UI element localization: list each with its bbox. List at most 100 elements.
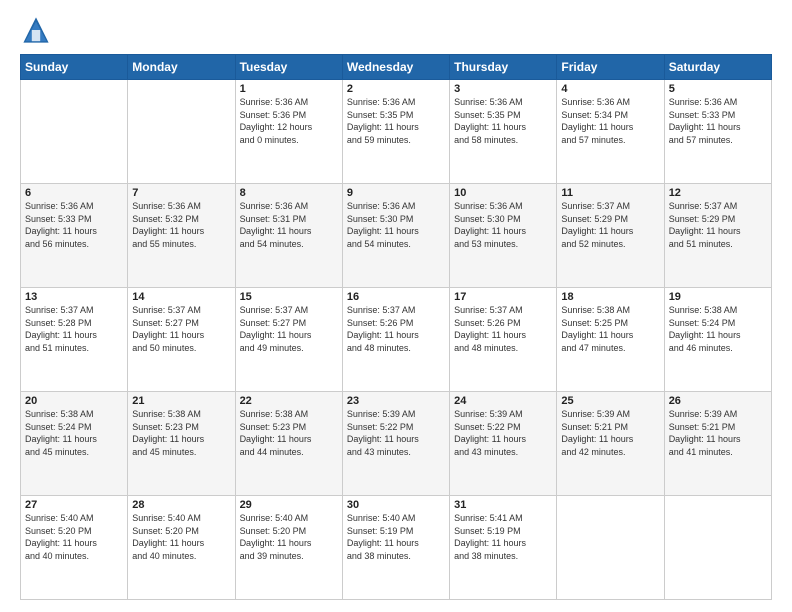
day-info: Sunrise: 5:39 AM Sunset: 5:22 PM Dayligh…: [454, 408, 552, 458]
day-number: 15: [240, 291, 338, 303]
day-cell: 11Sunrise: 5:37 AM Sunset: 5:29 PM Dayli…: [557, 184, 664, 288]
day-cell: 18Sunrise: 5:38 AM Sunset: 5:25 PM Dayli…: [557, 288, 664, 392]
day-info: Sunrise: 5:40 AM Sunset: 5:20 PM Dayligh…: [25, 512, 123, 562]
header: [20, 16, 772, 44]
day-number: 30: [347, 499, 445, 511]
day-number: 2: [347, 83, 445, 95]
day-number: 31: [454, 499, 552, 511]
weekday-wednesday: Wednesday: [342, 55, 449, 80]
day-info: Sunrise: 5:36 AM Sunset: 5:30 PM Dayligh…: [347, 200, 445, 250]
day-number: 26: [669, 395, 767, 407]
day-cell: 27Sunrise: 5:40 AM Sunset: 5:20 PM Dayli…: [21, 496, 128, 600]
day-info: Sunrise: 5:36 AM Sunset: 5:34 PM Dayligh…: [561, 96, 659, 146]
day-number: 24: [454, 395, 552, 407]
day-cell: 3Sunrise: 5:36 AM Sunset: 5:35 PM Daylig…: [450, 80, 557, 184]
day-cell: 25Sunrise: 5:39 AM Sunset: 5:21 PM Dayli…: [557, 392, 664, 496]
day-info: Sunrise: 5:36 AM Sunset: 5:31 PM Dayligh…: [240, 200, 338, 250]
day-number: 13: [25, 291, 123, 303]
day-info: Sunrise: 5:37 AM Sunset: 5:29 PM Dayligh…: [561, 200, 659, 250]
day-number: 5: [669, 83, 767, 95]
day-number: 7: [132, 187, 230, 199]
day-cell: [21, 80, 128, 184]
day-number: 11: [561, 187, 659, 199]
day-number: 25: [561, 395, 659, 407]
day-info: Sunrise: 5:39 AM Sunset: 5:22 PM Dayligh…: [347, 408, 445, 458]
day-cell: 6Sunrise: 5:36 AM Sunset: 5:33 PM Daylig…: [21, 184, 128, 288]
day-number: 10: [454, 187, 552, 199]
day-info: Sunrise: 5:37 AM Sunset: 5:29 PM Dayligh…: [669, 200, 767, 250]
day-info: Sunrise: 5:38 AM Sunset: 5:24 PM Dayligh…: [25, 408, 123, 458]
day-cell: 1Sunrise: 5:36 AM Sunset: 5:36 PM Daylig…: [235, 80, 342, 184]
day-number: 12: [669, 187, 767, 199]
week-row-3: 20Sunrise: 5:38 AM Sunset: 5:24 PM Dayli…: [21, 392, 772, 496]
day-number: 8: [240, 187, 338, 199]
day-info: Sunrise: 5:40 AM Sunset: 5:20 PM Dayligh…: [240, 512, 338, 562]
day-info: Sunrise: 5:37 AM Sunset: 5:28 PM Dayligh…: [25, 304, 123, 354]
day-info: Sunrise: 5:36 AM Sunset: 5:32 PM Dayligh…: [132, 200, 230, 250]
day-info: Sunrise: 5:37 AM Sunset: 5:27 PM Dayligh…: [132, 304, 230, 354]
day-cell: [557, 496, 664, 600]
day-number: 4: [561, 83, 659, 95]
day-number: 18: [561, 291, 659, 303]
day-number: 21: [132, 395, 230, 407]
day-cell: 30Sunrise: 5:40 AM Sunset: 5:19 PM Dayli…: [342, 496, 449, 600]
day-cell: 14Sunrise: 5:37 AM Sunset: 5:27 PM Dayli…: [128, 288, 235, 392]
day-info: Sunrise: 5:36 AM Sunset: 5:30 PM Dayligh…: [454, 200, 552, 250]
week-row-4: 27Sunrise: 5:40 AM Sunset: 5:20 PM Dayli…: [21, 496, 772, 600]
weekday-thursday: Thursday: [450, 55, 557, 80]
day-number: 1: [240, 83, 338, 95]
day-info: Sunrise: 5:38 AM Sunset: 5:25 PM Dayligh…: [561, 304, 659, 354]
day-cell: 19Sunrise: 5:38 AM Sunset: 5:24 PM Dayli…: [664, 288, 771, 392]
day-cell: 5Sunrise: 5:36 AM Sunset: 5:33 PM Daylig…: [664, 80, 771, 184]
day-cell: 10Sunrise: 5:36 AM Sunset: 5:30 PM Dayli…: [450, 184, 557, 288]
day-cell: 16Sunrise: 5:37 AM Sunset: 5:26 PM Dayli…: [342, 288, 449, 392]
day-info: Sunrise: 5:39 AM Sunset: 5:21 PM Dayligh…: [561, 408, 659, 458]
day-info: Sunrise: 5:38 AM Sunset: 5:23 PM Dayligh…: [132, 408, 230, 458]
day-number: 29: [240, 499, 338, 511]
day-number: 23: [347, 395, 445, 407]
week-row-1: 6Sunrise: 5:36 AM Sunset: 5:33 PM Daylig…: [21, 184, 772, 288]
logo-icon: [22, 16, 50, 44]
day-cell: 26Sunrise: 5:39 AM Sunset: 5:21 PM Dayli…: [664, 392, 771, 496]
day-info: Sunrise: 5:38 AM Sunset: 5:24 PM Dayligh…: [669, 304, 767, 354]
day-info: Sunrise: 5:36 AM Sunset: 5:36 PM Dayligh…: [240, 96, 338, 146]
day-number: 3: [454, 83, 552, 95]
day-cell: 17Sunrise: 5:37 AM Sunset: 5:26 PM Dayli…: [450, 288, 557, 392]
day-number: 14: [132, 291, 230, 303]
day-number: 27: [25, 499, 123, 511]
day-cell: 28Sunrise: 5:40 AM Sunset: 5:20 PM Dayli…: [128, 496, 235, 600]
day-cell: 23Sunrise: 5:39 AM Sunset: 5:22 PM Dayli…: [342, 392, 449, 496]
day-info: Sunrise: 5:41 AM Sunset: 5:19 PM Dayligh…: [454, 512, 552, 562]
day-cell: 8Sunrise: 5:36 AM Sunset: 5:31 PM Daylig…: [235, 184, 342, 288]
day-info: Sunrise: 5:39 AM Sunset: 5:21 PM Dayligh…: [669, 408, 767, 458]
day-cell: 29Sunrise: 5:40 AM Sunset: 5:20 PM Dayli…: [235, 496, 342, 600]
day-cell: 24Sunrise: 5:39 AM Sunset: 5:22 PM Dayli…: [450, 392, 557, 496]
day-info: Sunrise: 5:36 AM Sunset: 5:35 PM Dayligh…: [454, 96, 552, 146]
day-info: Sunrise: 5:36 AM Sunset: 5:33 PM Dayligh…: [669, 96, 767, 146]
day-number: 20: [25, 395, 123, 407]
day-cell: 13Sunrise: 5:37 AM Sunset: 5:28 PM Dayli…: [21, 288, 128, 392]
weekday-monday: Monday: [128, 55, 235, 80]
day-cell: 22Sunrise: 5:38 AM Sunset: 5:23 PM Dayli…: [235, 392, 342, 496]
day-cell: 12Sunrise: 5:37 AM Sunset: 5:29 PM Dayli…: [664, 184, 771, 288]
day-cell: 4Sunrise: 5:36 AM Sunset: 5:34 PM Daylig…: [557, 80, 664, 184]
day-info: Sunrise: 5:40 AM Sunset: 5:19 PM Dayligh…: [347, 512, 445, 562]
day-cell: 9Sunrise: 5:36 AM Sunset: 5:30 PM Daylig…: [342, 184, 449, 288]
day-cell: 2Sunrise: 5:36 AM Sunset: 5:35 PM Daylig…: [342, 80, 449, 184]
weekday-saturday: Saturday: [664, 55, 771, 80]
calendar-table: SundayMondayTuesdayWednesdayThursdayFrid…: [20, 54, 772, 600]
day-number: 17: [454, 291, 552, 303]
day-number: 6: [25, 187, 123, 199]
day-info: Sunrise: 5:36 AM Sunset: 5:33 PM Dayligh…: [25, 200, 123, 250]
day-info: Sunrise: 5:37 AM Sunset: 5:27 PM Dayligh…: [240, 304, 338, 354]
day-number: 16: [347, 291, 445, 303]
day-cell: 7Sunrise: 5:36 AM Sunset: 5:32 PM Daylig…: [128, 184, 235, 288]
weekday-sunday: Sunday: [21, 55, 128, 80]
day-number: 9: [347, 187, 445, 199]
week-row-0: 1Sunrise: 5:36 AM Sunset: 5:36 PM Daylig…: [21, 80, 772, 184]
day-cell: [664, 496, 771, 600]
day-cell: 21Sunrise: 5:38 AM Sunset: 5:23 PM Dayli…: [128, 392, 235, 496]
day-info: Sunrise: 5:38 AM Sunset: 5:23 PM Dayligh…: [240, 408, 338, 458]
page: SundayMondayTuesdayWednesdayThursdayFrid…: [0, 0, 792, 612]
day-number: 19: [669, 291, 767, 303]
